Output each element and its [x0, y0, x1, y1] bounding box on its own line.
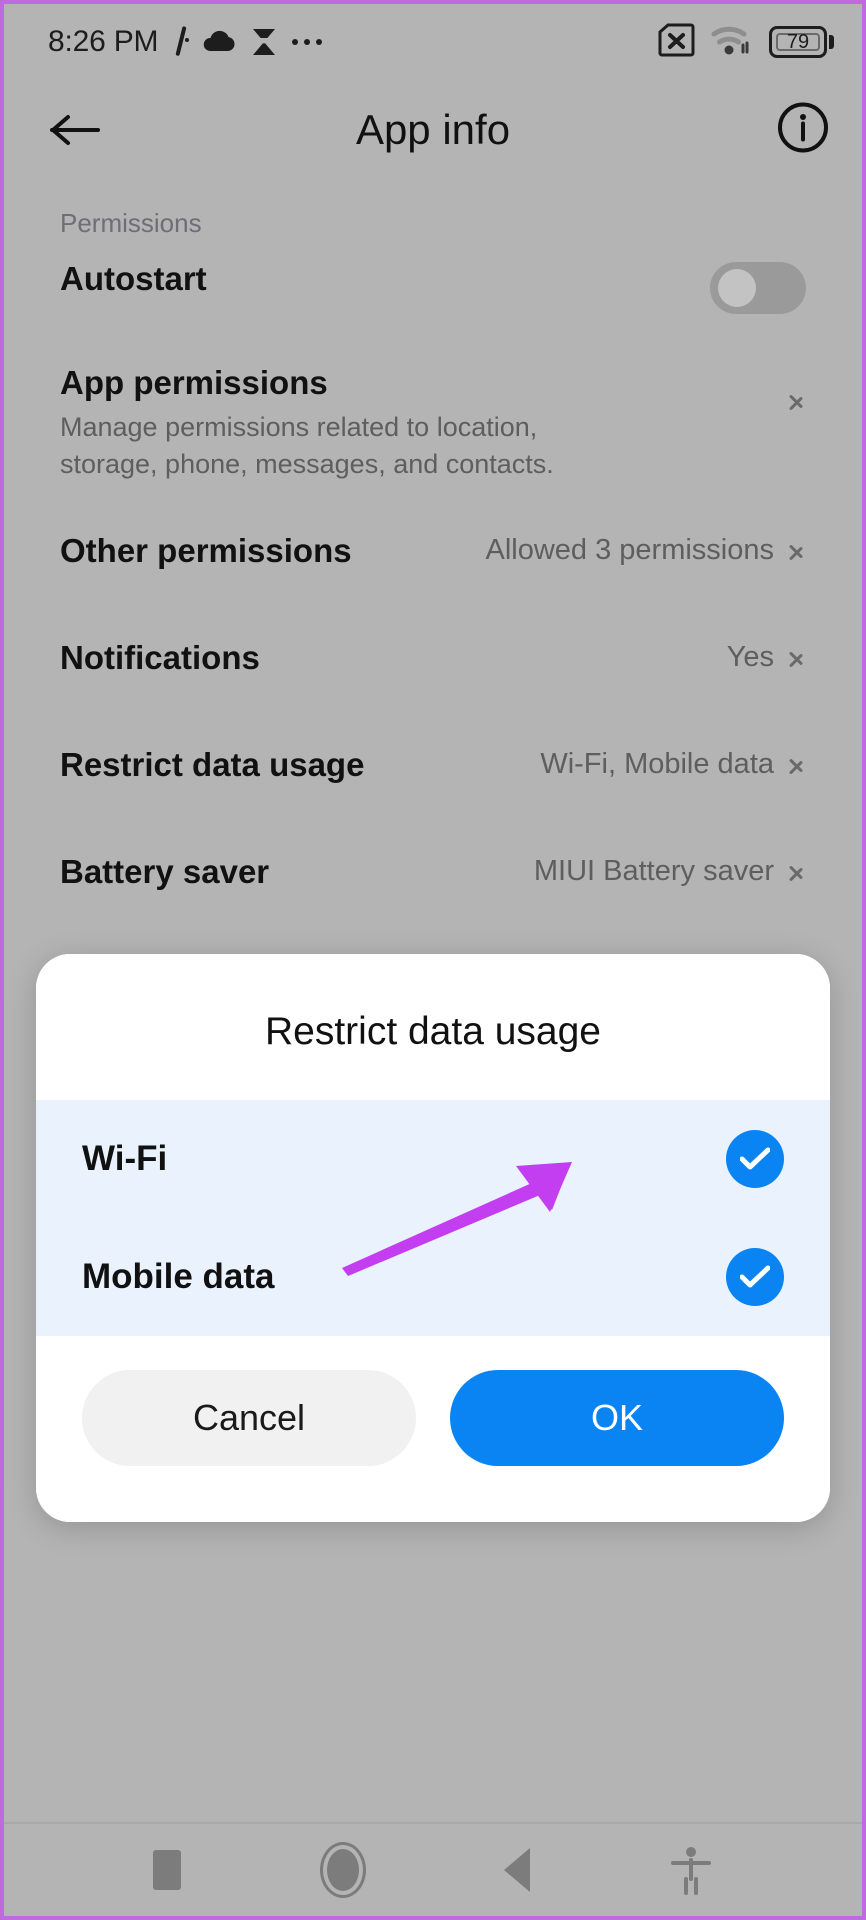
system-navigation-bar	[4, 1824, 862, 1916]
overflow-dots-icon	[292, 39, 323, 45]
chevron-right-icon	[788, 386, 806, 416]
setting-row-other-permissions[interactable]: Other permissions Allowed 3 permissions	[4, 508, 862, 600]
row-value: Wi-Fi, Mobile data	[540, 748, 774, 780]
row-description: Manage permissions related to location, …	[60, 412, 554, 479]
chevron-right-icon	[788, 750, 806, 780]
status-bar-left: 8:26 PM	[48, 25, 323, 59]
row-text-restrict-data-usage: Restrict data usage	[60, 744, 540, 785]
back-triangle-icon[interactable]	[504, 1848, 531, 1892]
recents-square-icon[interactable]	[153, 1850, 182, 1890]
status-bar: 8:26 PM 79	[4, 4, 862, 80]
autostart-toggle[interactable]	[710, 262, 806, 314]
row-value: MIUI Battery saver	[533, 855, 774, 887]
checkmark-icon[interactable]	[726, 1130, 784, 1188]
restrict-data-usage-dialog: Restrict data usage Wi-Fi Mobile data Ca…	[36, 954, 830, 1522]
option-label: Mobile data	[82, 1257, 275, 1296]
row-control-other-permissions: Allowed 3 permissions	[485, 530, 806, 567]
accessibility-icon[interactable]	[669, 1845, 713, 1895]
battery-icon: 79	[769, 26, 834, 58]
toggle-knob	[718, 269, 756, 307]
sync-icon	[250, 27, 278, 57]
option-label: Wi-Fi	[82, 1139, 168, 1178]
screenshot-frame: 8:26 PM 79 App info Permissions Autostar…	[0, 0, 866, 1920]
row-control-autostart	[710, 258, 806, 314]
setting-row-notifications[interactable]: Notifications Yes	[4, 615, 862, 707]
row-title: Other permissions	[60, 532, 352, 569]
setting-row-battery-saver[interactable]: Battery saver MIUI Battery saver	[4, 829, 862, 921]
checkmark-icon[interactable]	[726, 1248, 784, 1306]
sim-card-error-icon	[657, 23, 695, 62]
row-text-autostart: Autostart	[60, 258, 710, 299]
row-value: Allowed 3 permissions	[485, 534, 774, 566]
row-control-battery-saver: MIUI Battery saver	[534, 851, 806, 888]
row-title: Battery saver	[60, 853, 270, 890]
chevron-right-icon	[788, 643, 806, 673]
back-arrow-icon[interactable]	[48, 108, 104, 152]
cancel-button[interactable]: Cancel	[82, 1370, 416, 1466]
info-circle-icon[interactable]	[776, 101, 830, 160]
chevron-right-icon	[788, 857, 806, 887]
row-title: App permissions	[60, 364, 328, 401]
chevron-right-icon	[788, 536, 806, 566]
row-text-notifications: Notifications	[60, 637, 727, 678]
row-text-battery-saver: Battery saver	[60, 851, 534, 892]
row-text-other-permissions: Other permissions	[60, 530, 485, 571]
row-title: Autostart	[60, 260, 207, 297]
settings-list: Permissions Autostart App permissions Ma…	[4, 190, 862, 890]
row-control-notifications: Yes	[727, 637, 806, 674]
dialog-option-wifi[interactable]: Wi-Fi	[36, 1100, 830, 1218]
row-control-app-permissions	[788, 362, 806, 416]
cloud-icon	[202, 30, 236, 54]
page-title: App info	[355, 106, 511, 153]
status-bar-right: 79	[657, 23, 834, 62]
dialog-actions: Cancel OK	[36, 1336, 830, 1522]
setting-row-autostart[interactable]: Autostart	[4, 236, 862, 336]
ok-button[interactable]: OK	[450, 1370, 784, 1466]
row-control-restrict-data-usage: Wi-Fi, Mobile data	[540, 744, 806, 781]
row-text-app-permissions: App permissions Manage permissions relat…	[60, 362, 788, 483]
signal-slash-icon	[172, 26, 190, 58]
row-title: Notifications	[60, 639, 260, 676]
battery-level-label: 79	[786, 31, 810, 53]
setting-row-restrict-data-usage[interactable]: Restrict data usage Wi-Fi, Mobile data	[4, 722, 862, 814]
home-circle-icon[interactable]	[319, 1842, 366, 1898]
row-title: Restrict data usage	[60, 746, 365, 783]
dialog-options-group: Wi-Fi Mobile data	[36, 1100, 830, 1336]
app-bar: App info	[4, 80, 862, 180]
wifi-icon	[711, 23, 753, 62]
row-value: Yes	[726, 641, 774, 673]
setting-row-app-permissions[interactable]: App permissions Manage permissions relat…	[4, 340, 862, 505]
status-clock: 8:26 PM	[48, 25, 159, 58]
dialog-title: Restrict data usage	[36, 954, 830, 1100]
dialog-option-mobile-data[interactable]: Mobile data	[36, 1218, 830, 1336]
